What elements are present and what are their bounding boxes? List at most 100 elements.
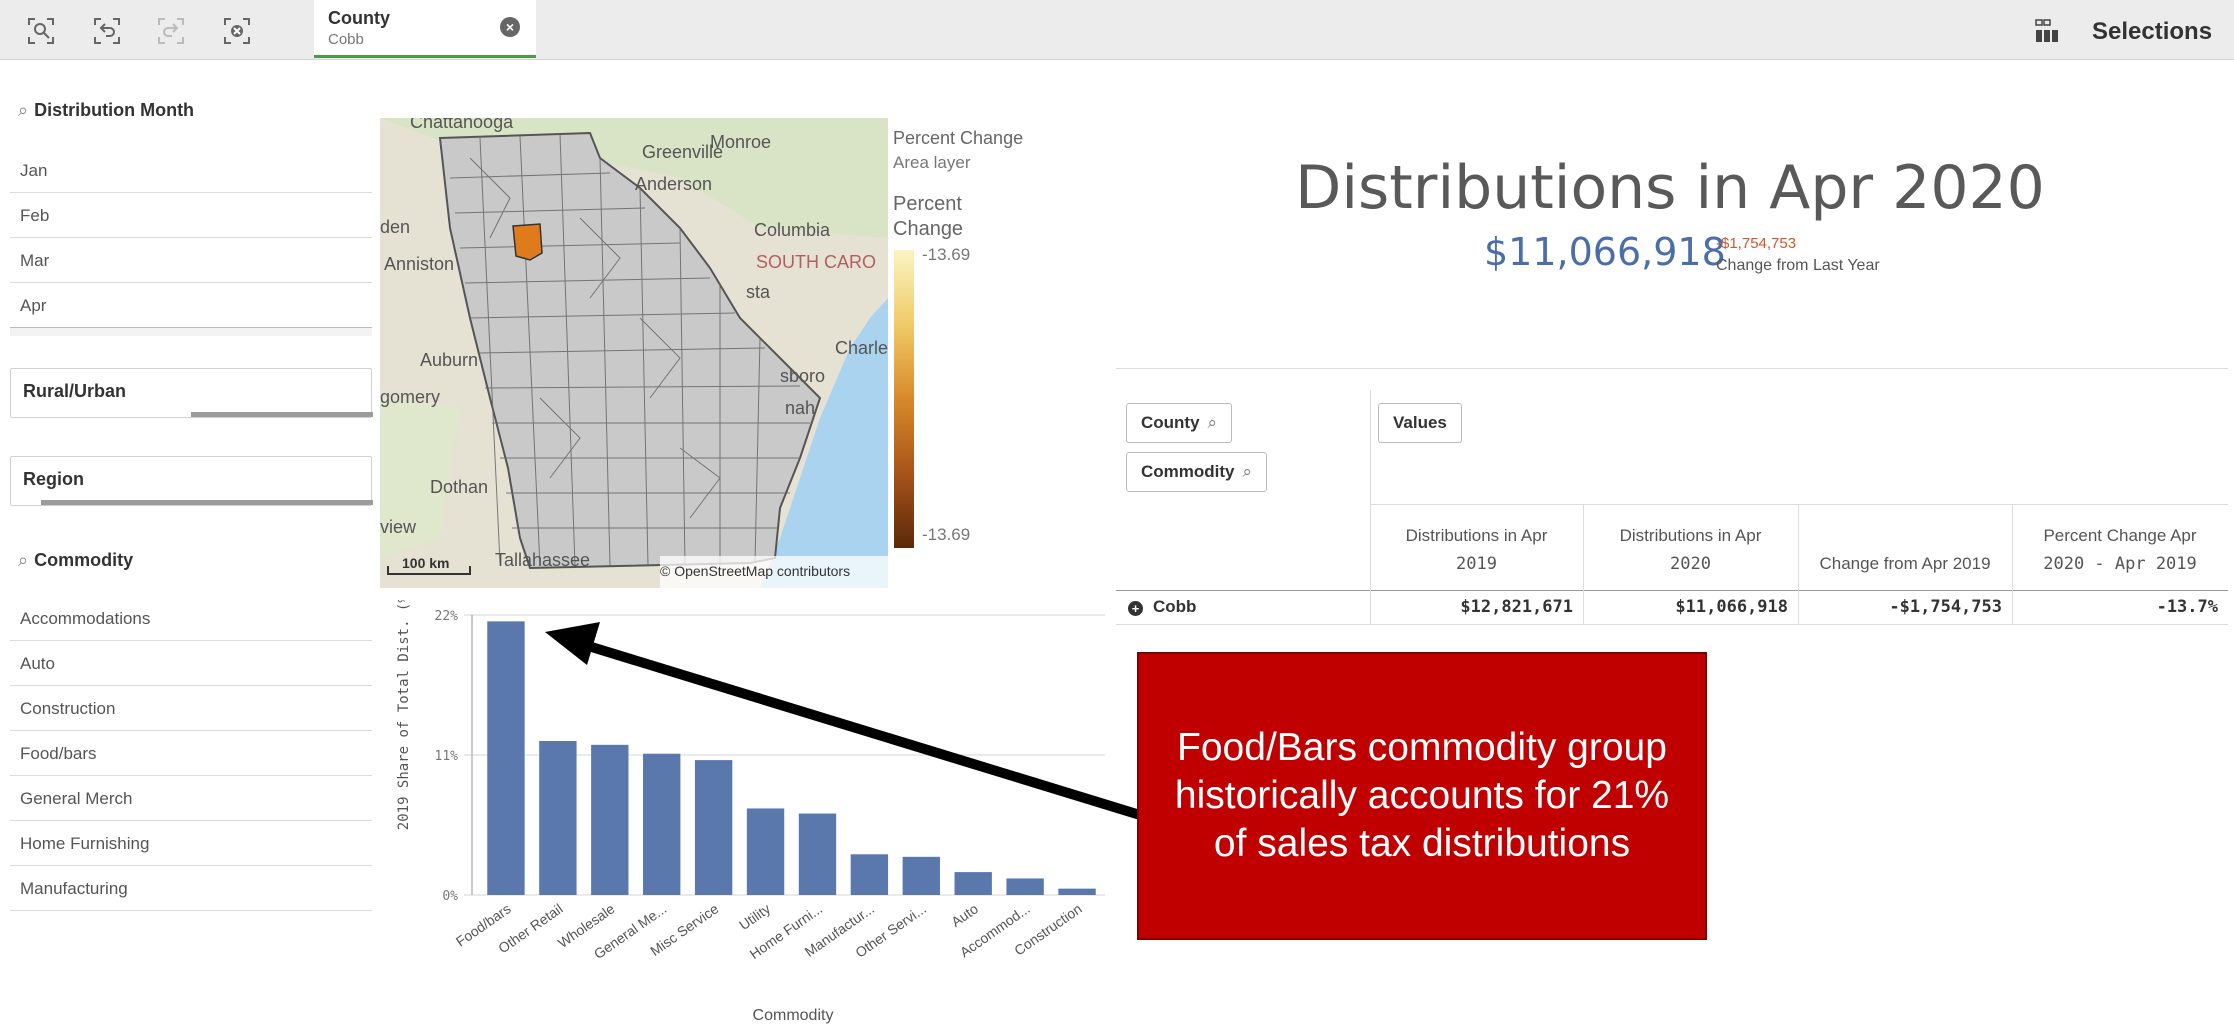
kpi-delta-label: Change from Last Year xyxy=(1716,257,1880,274)
bar-other-servi-[interactable] xyxy=(902,856,940,895)
rural-urban-scrollbar[interactable] xyxy=(191,412,373,417)
legend-color-gradient xyxy=(894,250,914,548)
bar-accommod-[interactable] xyxy=(1006,878,1044,895)
list-scroll-track[interactable] xyxy=(10,328,372,336)
region-scrollbar[interactable] xyxy=(41,500,373,505)
list-item-commodity[interactable]: Home Furnishing xyxy=(10,821,372,866)
bar-misc-service[interactable] xyxy=(694,760,733,895)
bar-construction[interactable] xyxy=(1058,888,1096,895)
list-item-commodity[interactable]: Accommodations xyxy=(10,596,372,641)
bar-manufactur-[interactable] xyxy=(850,854,889,895)
smart-search-icon[interactable] xyxy=(24,14,58,48)
dimension-commodity-button[interactable]: Commodity ⌕ xyxy=(1126,452,1268,492)
bar-utility[interactable] xyxy=(746,808,785,895)
list-item-commodity[interactable]: Manufacturing xyxy=(10,866,372,911)
table-cell: $12,821,671 xyxy=(1460,597,1573,617)
list-item-month[interactable]: Jan xyxy=(10,148,372,193)
x-axis-label: Commodity xyxy=(753,1007,834,1024)
map-label: Anderson xyxy=(635,174,712,194)
step-forward-icon[interactable] xyxy=(154,14,188,48)
dimension-county-button[interactable]: County ⌕ xyxy=(1126,403,1233,443)
column-header[interactable]: Distributions in Apr 2019 xyxy=(1370,522,1583,578)
table-border xyxy=(1116,590,2228,591)
table-border xyxy=(1116,368,2228,369)
map-label: gomery xyxy=(380,387,440,407)
scale-label: 100 km xyxy=(402,555,449,571)
commodity-pane-title[interactable]: ⌕ Commodity xyxy=(18,550,133,571)
legend-max-label: -13.69 xyxy=(922,245,971,264)
column-header[interactable]: Distributions in Apr 2020 xyxy=(1583,522,1798,578)
annotation-callout: Food/Bars commodity group historically a… xyxy=(1137,652,1707,940)
table-border xyxy=(1370,390,1371,624)
column-header[interactable]: Change from Apr 2019 xyxy=(1798,550,2012,578)
map-label: nah xyxy=(785,398,815,418)
county-map[interactable]: Chattanooga Greenville Monroe Anderson C… xyxy=(380,118,888,588)
bar-food-bars[interactable] xyxy=(487,621,525,895)
legend-layer-subtitle: Area layer xyxy=(893,153,971,172)
clear-all-icon[interactable] xyxy=(220,14,254,48)
search-icon[interactable]: ⌕ xyxy=(1208,404,1218,442)
list-item-commodity[interactable]: Construction xyxy=(10,686,372,731)
column-header[interactable]: Percent Change Apr 2020 - Apr 2019 xyxy=(2012,522,2228,578)
values-button[interactable]: Values xyxy=(1378,403,1462,443)
rural-urban-title: Rural/Urban xyxy=(23,381,127,401)
map-label: Anniston xyxy=(384,254,454,274)
selections-button[interactable]: Selections xyxy=(2092,18,2212,46)
table-cell: -13.7% xyxy=(2156,597,2218,617)
search-icon[interactable]: ⌕ xyxy=(18,550,28,570)
map-label: Chattanooga xyxy=(410,118,514,132)
region-pane[interactable]: Region xyxy=(10,456,373,506)
distribution-month-pane-title[interactable]: ⌕ Distribution Month xyxy=(18,100,194,121)
x-tick-label: Auto xyxy=(948,900,981,930)
legend-min-label: -13.69 xyxy=(922,525,971,544)
rural-urban-pane[interactable]: Rural/Urban xyxy=(10,368,373,418)
bar-wholesale[interactable] xyxy=(591,744,629,895)
list-item-month[interactable]: Feb xyxy=(10,193,372,238)
map-canvas[interactable]: Chattanooga Greenville Monroe Anderson C… xyxy=(380,118,888,588)
pivot-table: County ⌕ Commodity ⌕ Values Distributions … xyxy=(1116,368,2228,628)
map-label: den xyxy=(380,217,410,237)
y-tick-label: 0% xyxy=(442,889,458,904)
y-axis-label: 2019 Share of Total Dist. (%) xyxy=(396,600,412,830)
search-icon[interactable]: ⌕ xyxy=(18,100,28,120)
kpi-value: $11,066,918 xyxy=(1484,230,1726,274)
bar-other-retail[interactable] xyxy=(539,741,577,895)
map-attribution: © OpenStreetMap contributors xyxy=(660,563,850,579)
bar-home-furni-[interactable] xyxy=(798,813,837,895)
map-label: view xyxy=(380,517,417,537)
table-row-label[interactable]: + Cobb xyxy=(1128,597,1196,617)
commodity-share-bar-chart[interactable]: 0%11%22% Food/barsOther RetailWholesaleG… xyxy=(380,600,1110,1025)
bar-auto[interactable] xyxy=(954,872,992,895)
annotation-text: Food/Bars commodity group historically a… xyxy=(1174,726,1670,865)
map-label: Tallahassee xyxy=(495,550,590,570)
bar-general-me-[interactable] xyxy=(643,753,681,895)
region-title: Region xyxy=(23,469,84,489)
table-border xyxy=(1370,504,2228,505)
x-tick-label: Utility xyxy=(736,900,773,933)
selection-chip-county[interactable]: County Cobb × xyxy=(314,0,536,58)
list-item-commodity[interactable]: Auto xyxy=(10,641,372,686)
map-label: Monroe xyxy=(710,132,771,152)
map-label: Charleston xyxy=(835,338,888,358)
list-item-commodity[interactable]: General Merch xyxy=(10,776,372,821)
list-item-commodity[interactable]: Food/bars xyxy=(10,731,372,776)
y-tick-label: 22% xyxy=(435,609,459,624)
kpi-title: Distributions in Apr 2020 xyxy=(1295,153,2045,223)
map-legend: Percent Change Area layer Percent Change… xyxy=(888,118,1110,588)
chip-value: Cobb xyxy=(328,31,364,48)
search-icon[interactable]: ⌕ xyxy=(1243,453,1253,491)
table-cell: $11,066,918 xyxy=(1675,597,1788,617)
legend-measure-title: Percent xyxy=(893,193,962,215)
clear-selection-icon[interactable]: × xyxy=(500,17,520,37)
table-border xyxy=(1116,624,2228,625)
map-label: Auburn xyxy=(420,350,478,370)
map-label: SOUTH CARO xyxy=(756,252,876,272)
kpi-delta: -$1,754,753 xyxy=(1716,235,1797,252)
list-item-month[interactable]: Apr xyxy=(10,283,372,328)
step-back-icon[interactable] xyxy=(90,14,124,48)
list-item-month[interactable]: Mar xyxy=(10,238,372,283)
expand-icon[interactable]: + xyxy=(1128,601,1143,616)
chip-field: County xyxy=(328,8,390,28)
map-label: sta xyxy=(746,282,771,302)
selections-icon[interactable] xyxy=(2034,18,2060,44)
